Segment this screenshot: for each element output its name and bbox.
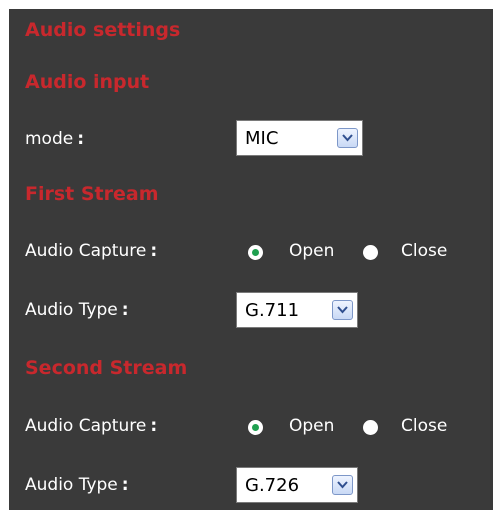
chevron-down-icon[interactable] xyxy=(337,128,358,148)
second-audio-type-select[interactable]: G.726 xyxy=(236,467,358,503)
chevron-down-icon[interactable] xyxy=(332,300,353,320)
first-capture-close-radio[interactable] xyxy=(363,245,378,260)
second-capture-label-row: Audio Capture: xyxy=(25,416,157,436)
first-capture-label: Audio Capture xyxy=(25,241,147,261)
first-type-colon: : xyxy=(121,300,129,320)
first-capture-close-label: Close xyxy=(401,241,448,261)
second-capture-colon: : xyxy=(150,416,158,436)
second-capture-open-label: Open xyxy=(289,416,335,436)
second-capture-label: Audio Capture xyxy=(25,416,147,436)
first-type-label: Audio Type xyxy=(25,300,118,320)
first-stream-heading: First Stream xyxy=(25,183,159,205)
first-capture-open-label: Open xyxy=(289,241,335,261)
audio-settings-panel: Audio settings Audio input mode: MIC Fir… xyxy=(9,9,493,510)
second-type-label-row: Audio Type: xyxy=(25,475,129,495)
second-capture-close-radio[interactable] xyxy=(363,420,378,435)
first-type-label-row: Audio Type: xyxy=(25,300,129,320)
first-audio-type-value: G.711 xyxy=(245,300,300,321)
chevron-down-icon[interactable] xyxy=(332,475,353,495)
mode-select-value: MIC xyxy=(245,128,279,149)
second-type-label: Audio Type xyxy=(25,475,118,495)
mode-label-row: mode: xyxy=(25,129,84,149)
page-title: Audio settings xyxy=(25,19,181,41)
second-capture-open-radio[interactable] xyxy=(248,420,263,435)
second-stream-heading: Second Stream xyxy=(25,357,188,379)
second-audio-type-value: G.726 xyxy=(245,475,300,496)
mode-label: mode xyxy=(25,129,74,149)
second-capture-close-label: Close xyxy=(401,416,448,436)
mode-colon: : xyxy=(77,129,85,149)
first-capture-open-radio[interactable] xyxy=(248,245,263,260)
audio-input-heading: Audio input xyxy=(25,71,150,93)
second-type-colon: : xyxy=(121,475,129,495)
first-capture-label-row: Audio Capture: xyxy=(25,241,157,261)
mode-select[interactable]: MIC xyxy=(236,120,363,156)
first-audio-type-select[interactable]: G.711 xyxy=(236,292,358,328)
first-capture-colon: : xyxy=(150,241,158,261)
